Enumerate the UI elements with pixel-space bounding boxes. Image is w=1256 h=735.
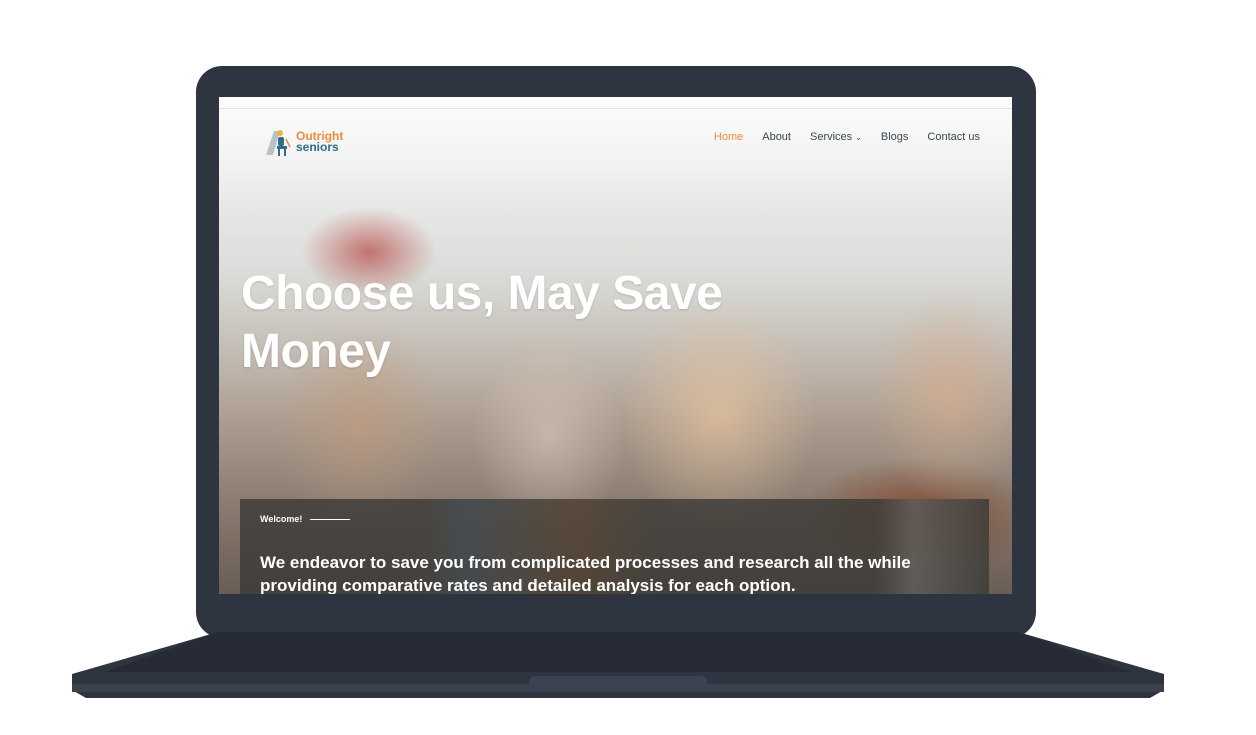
nav-services-label: Services [809,131,853,143]
hero-title-line2: Money [241,325,391,378]
hero-title-line1: Choose us, May Save [241,267,723,320]
eyebrow-divider [310,518,351,520]
welcome-label: Welcome! [260,514,303,524]
nav-contact[interactable]: Contact us [927,131,980,143]
nav-about[interactable]: About [762,131,791,143]
logo-figure-icon [264,127,292,157]
laptop-screen: Outright seniors Home About Services ⌄ Bl… [219,97,1012,594]
hero-title: Choose us, May Save Money [241,265,841,381]
logo-text-seniors: seniors [296,140,339,154]
laptop-base [72,632,1164,704]
main-nav: Home About Services ⌄ Blogs Contact us [714,131,980,143]
nav-blogs[interactable]: Blogs [881,131,909,143]
site-logo[interactable]: Outright seniors [264,127,343,157]
top-bar [219,97,1012,109]
nav-home[interactable]: Home [714,131,743,143]
welcome-text: We endeavor to save you from complicated… [260,553,911,594]
site-header: Outright seniors Home About Services ⌄ Bl… [219,109,1012,165]
nav-services[interactable]: Services ⌄ [810,131,862,143]
welcome-panel: Welcome! We endeavor to save you from co… [240,499,989,594]
welcome-eyebrow: Welcome! [260,514,351,524]
chevron-down-icon: ⌄ [855,133,862,142]
